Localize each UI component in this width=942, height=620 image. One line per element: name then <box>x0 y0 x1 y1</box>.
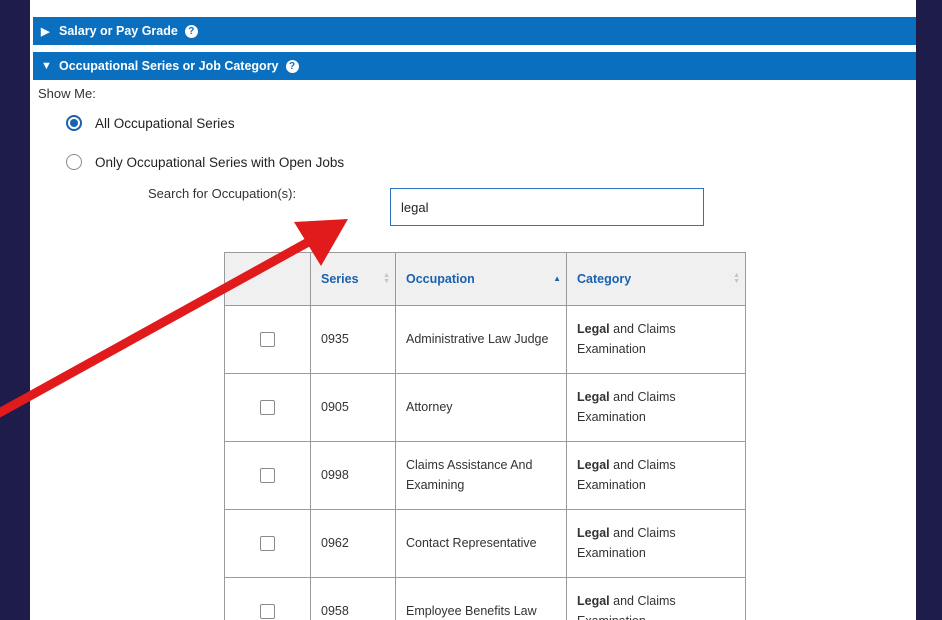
triangle-right-icon: ▶ <box>41 25 50 38</box>
table-row: 0998 Claims Assistance And Examining Leg… <box>224 441 746 510</box>
accordion-salary-label: Salary or Pay Grade <box>59 24 178 38</box>
header-category[interactable]: Category ▲ ▼ <box>566 252 746 306</box>
select-cell <box>224 577 311 620</box>
sort-ascending-icon: ▲ <box>553 274 561 283</box>
radio-all-series-label: All Occupational Series <box>95 115 235 131</box>
search-occupation-label: Search for Occupation(s): <box>148 186 297 201</box>
category-cell: Legal and Claims Examination <box>566 577 746 620</box>
occupation-cell: Attorney <box>395 373 567 442</box>
header-occupation[interactable]: Occupation ▲ <box>395 252 567 306</box>
accordion-occupation-label: Occupational Series or Job Category <box>59 59 279 73</box>
select-cell <box>224 509 311 578</box>
radio-button-checked[interactable] <box>66 115 82 131</box>
row-checkbox[interactable] <box>260 332 275 347</box>
table-row: 0905 Attorney Legal and Claims Examinati… <box>224 373 746 442</box>
search-filter-panel: ▶ Salary or Pay Grade ? ▼ Occupational S… <box>30 0 916 620</box>
occupation-cell: Administrative Law Judge <box>395 305 567 374</box>
radio-open-jobs[interactable]: Only Occupational Series with Open Jobs <box>66 154 344 170</box>
select-cell <box>224 305 311 374</box>
sort-both-icon: ▲ ▼ <box>733 272 740 285</box>
sort-both-icon: ▲ ▼ <box>383 272 390 285</box>
occupation-cell: Claims Assistance And Examining <box>395 441 567 510</box>
occupation-table: Series ▲ ▼ Occupation ▲ Category ▲ ▼ 0935 … <box>224 252 746 620</box>
accordion-occupation-header[interactable]: ▼ Occupational Series or Job Category ? <box>33 52 916 80</box>
radio-button-unchecked[interactable] <box>66 154 82 170</box>
table-header-row: Series ▲ ▼ Occupation ▲ Category ▲ ▼ <box>224 252 746 306</box>
category-cell: Legal and Claims Examination <box>566 373 746 442</box>
category-cell: Legal and Claims Examination <box>566 305 746 374</box>
category-cell: Legal and Claims Examination <box>566 441 746 510</box>
accordion-salary-header[interactable]: ▶ Salary or Pay Grade ? <box>33 17 916 45</box>
occupation-cell: Contact Representative <box>395 509 567 578</box>
header-select <box>224 252 311 306</box>
table-row: 0958 Employee Benefits Law Legal and Cla… <box>224 577 746 620</box>
search-occupation-input[interactable] <box>390 188 704 226</box>
series-cell: 0998 <box>310 441 396 510</box>
series-cell: 0962 <box>310 509 396 578</box>
row-checkbox[interactable] <box>260 536 275 551</box>
show-me-label: Show Me: <box>38 86 96 101</box>
series-cell: 0958 <box>310 577 396 620</box>
occupation-cell: Employee Benefits Law <box>395 577 567 620</box>
row-checkbox[interactable] <box>260 400 275 415</box>
triangle-down-icon: ▼ <box>41 60 52 72</box>
row-checkbox[interactable] <box>260 604 275 619</box>
table-row: 0935 Administrative Law Judge Legal and … <box>224 305 746 374</box>
question-circle-icon[interactable]: ? <box>285 59 299 73</box>
table-row: 0962 Contact Representative Legal and Cl… <box>224 509 746 578</box>
select-cell <box>224 441 311 510</box>
series-cell: 0905 <box>310 373 396 442</box>
radio-open-jobs-label: Only Occupational Series with Open Jobs <box>95 154 345 170</box>
question-circle-icon[interactable]: ? <box>184 24 198 38</box>
radio-all-series[interactable]: All Occupational Series <box>66 115 235 131</box>
header-series[interactable]: Series ▲ ▼ <box>310 252 396 306</box>
select-cell <box>224 373 311 442</box>
category-cell: Legal and Claims Examination <box>566 509 746 578</box>
row-checkbox[interactable] <box>260 468 275 483</box>
series-cell: 0935 <box>310 305 396 374</box>
